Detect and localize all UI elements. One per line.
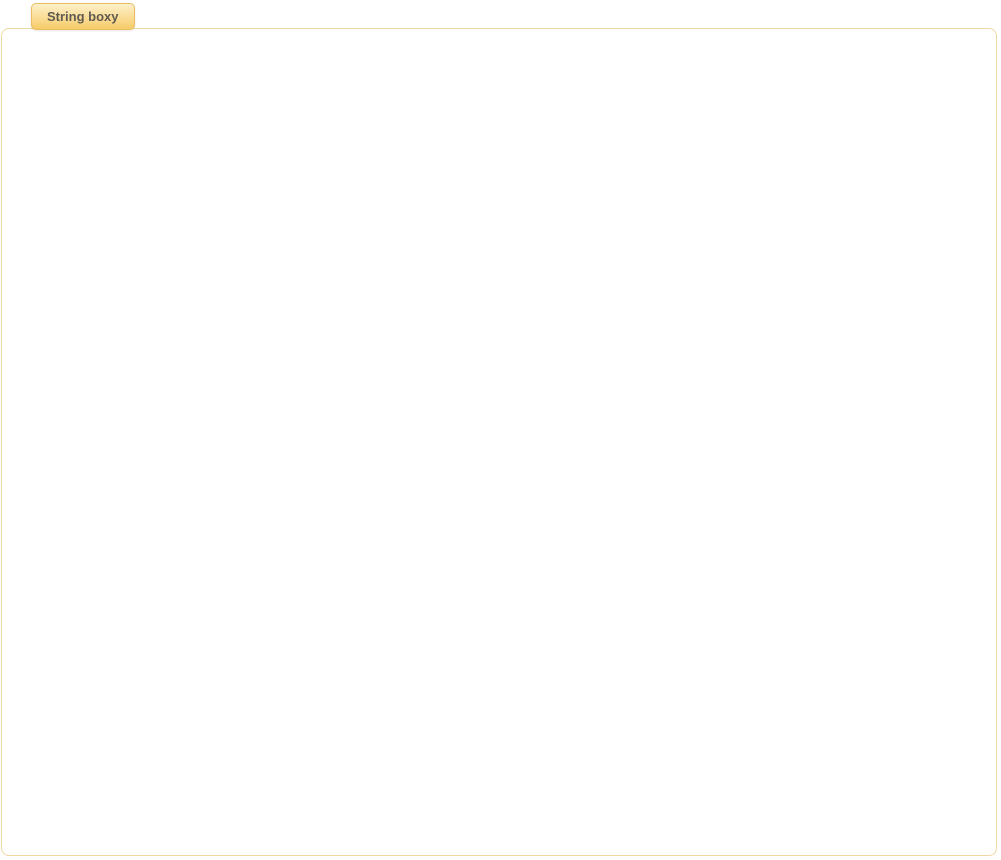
tab-string-boxy[interactable]: String boxy bbox=[31, 3, 135, 30]
stringbox-panel bbox=[1, 28, 997, 856]
